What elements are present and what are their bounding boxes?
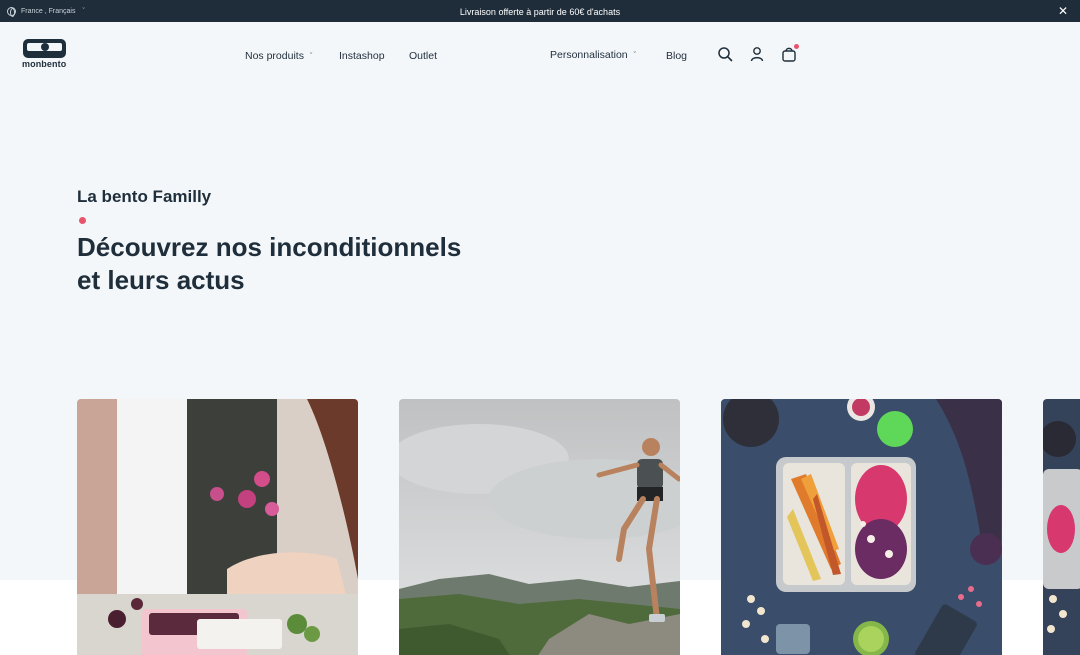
card-bento-lunch[interactable] <box>721 399 1002 655</box>
card-trail-runner[interactable] <box>399 399 680 655</box>
card-partial[interactable] <box>1043 399 1080 655</box>
logo-text: monbento <box>22 59 67 69</box>
nav-label: Personnalisation <box>550 49 628 61</box>
card-woman-bento[interactable] <box>77 399 358 655</box>
accent-dot <box>79 217 86 224</box>
partial-card-photo <box>1043 399 1080 655</box>
trail-runner-mountains-photo <box>399 399 680 655</box>
colorful-bento-lunch-photo <box>721 399 1002 655</box>
nav-blog[interactable]: Blog <box>666 50 687 62</box>
nav-personnalisation[interactable]: Personnalisation ˇ <box>550 49 636 61</box>
search-icon[interactable] <box>717 46 733 62</box>
nav-label: Nos produits <box>245 50 304 62</box>
promo-bar: France , Français ˇ Livraison offerte à … <box>0 0 1080 22</box>
logo[interactable]: monbento <box>22 39 68 71</box>
hero-title-line-2: et leurs actus <box>77 265 245 295</box>
hero-eyebrow: La bento Familly <box>77 187 212 206</box>
cart-icon[interactable] <box>781 44 799 62</box>
hero-title: Découvrez nos inconditionnels et leurs a… <box>77 231 497 297</box>
nav-instashop[interactable]: Instashop <box>339 50 385 62</box>
account-icon[interactable] <box>749 46 765 62</box>
promo-message: Livraison offerte à partir de 60€ d'acha… <box>459 7 621 17</box>
nav-label: Outlet <box>409 50 438 62</box>
chevron-down-icon: ˇ <box>633 51 636 59</box>
woman-preparing-bento-photo <box>77 399 358 655</box>
nav-label: Instashop <box>339 50 385 62</box>
nav-outlet[interactable]: Outlet <box>409 50 437 62</box>
logo-mark <box>23 39 66 58</box>
hero-title-line-1: Découvrez nos inconditionnels <box>77 232 462 262</box>
nav-nos-produits[interactable]: Nos produits ˇ <box>245 50 312 62</box>
close-icon[interactable]: ✕ <box>1056 4 1070 18</box>
chevron-down-icon: ˇ <box>309 52 313 60</box>
nav-label: Blog <box>666 50 688 62</box>
cart-badge <box>794 44 799 49</box>
